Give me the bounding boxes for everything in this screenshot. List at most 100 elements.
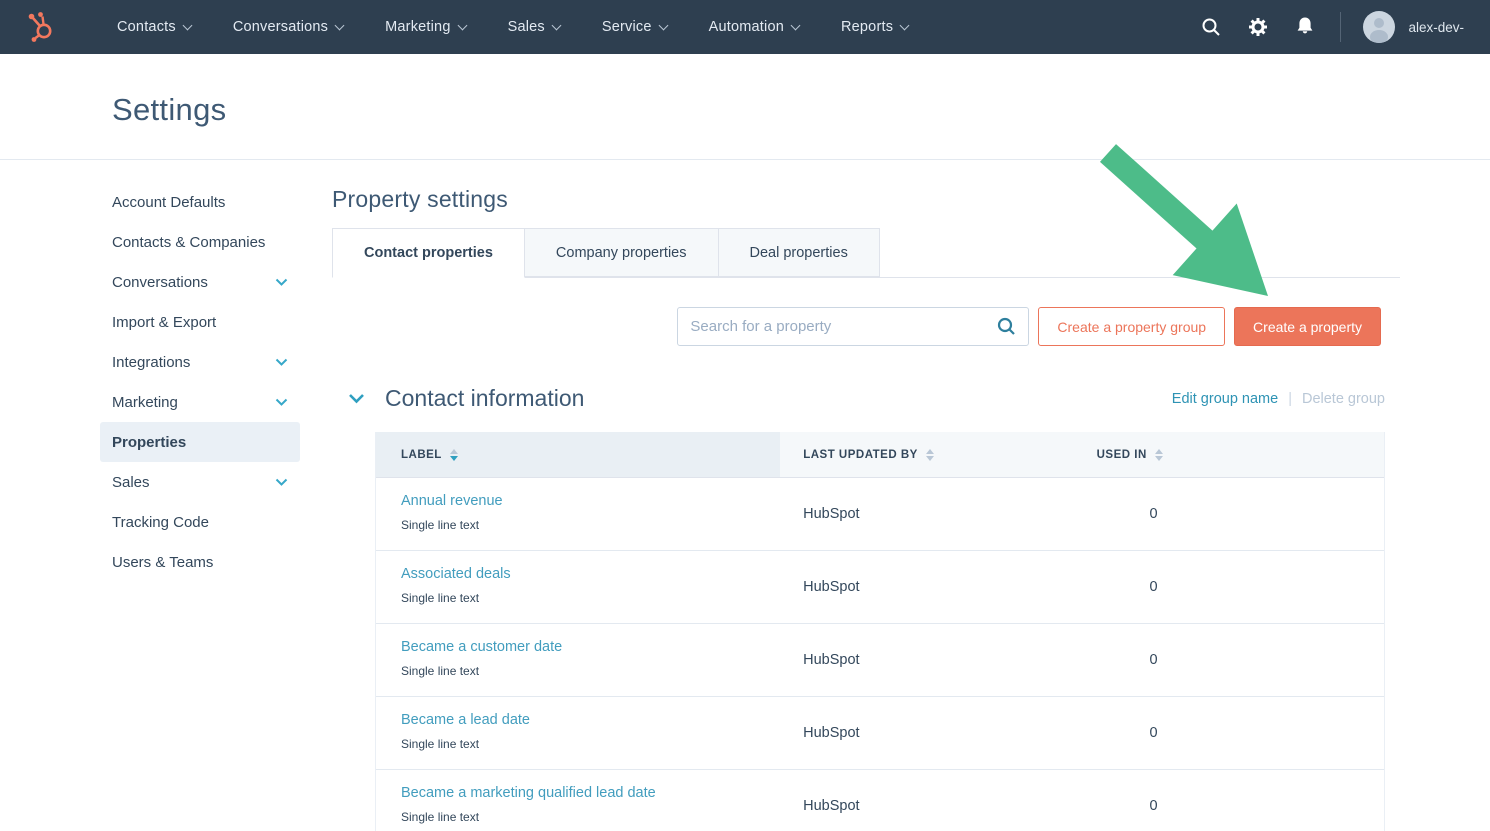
edit-group-name-link[interactable]: Edit group name bbox=[1172, 391, 1278, 407]
used-in-cell: 0 bbox=[1080, 624, 1384, 696]
property-type: Single line text bbox=[401, 591, 780, 605]
nav-item-reports[interactable]: Reports bbox=[820, 0, 929, 54]
nav-item-service[interactable]: Service bbox=[581, 0, 688, 54]
nav-item-label: Contacts bbox=[117, 19, 176, 35]
chevron-down-icon bbox=[182, 21, 192, 31]
sidebar-item-marketing[interactable]: Marketing bbox=[100, 382, 300, 422]
table-row: Became a marketing qualified lead date S… bbox=[376, 770, 1384, 831]
create-property-group-button[interactable]: Create a property group bbox=[1038, 307, 1225, 346]
property-type: Single line text bbox=[401, 518, 780, 532]
property-label-cell: Became a marketing qualified lead date S… bbox=[376, 770, 780, 831]
nav-item-label: Automation bbox=[709, 19, 784, 35]
delete-group-link[interactable]: Delete group bbox=[1302, 391, 1385, 407]
page-header: Settings bbox=[0, 54, 1490, 160]
group-actions: Edit group name | Delete group bbox=[1172, 391, 1385, 407]
tab-deal-properties[interactable]: Deal properties bbox=[718, 228, 880, 277]
sidebar-item-label: Account Defaults bbox=[112, 194, 225, 211]
column-header-used-in[interactable]: USED IN bbox=[1080, 432, 1384, 477]
last-updated-by-cell: HubSpot bbox=[780, 624, 1079, 696]
sidebar-item-contacts-companies[interactable]: Contacts & Companies bbox=[100, 222, 300, 262]
top-nav: Contacts Conversations Marketing Sales S… bbox=[0, 0, 1490, 54]
nav-item-label: Reports bbox=[841, 19, 893, 35]
nav-utilities: alex-dev- bbox=[1175, 11, 1490, 43]
properties-table: LABEL LAST UPDATED BY USED IN Annual rev… bbox=[375, 432, 1385, 831]
table-row: Annual revenue Single line text HubSpot … bbox=[376, 478, 1384, 551]
table-row: Associated deals Single line text HubSpo… bbox=[376, 551, 1384, 624]
chevron-down-icon bbox=[791, 21, 801, 31]
property-link[interactable]: Became a marketing qualified lead date bbox=[401, 785, 656, 801]
main-content: Property settings Contact properties Com… bbox=[332, 160, 1400, 831]
properties-toolbar: Create a property group Create a propert… bbox=[332, 307, 1381, 346]
sidebar-item-label: Properties bbox=[112, 434, 186, 451]
settings-gear-icon[interactable] bbox=[1247, 16, 1269, 38]
property-type: Single line text bbox=[401, 810, 780, 824]
sidebar-item-sales[interactable]: Sales bbox=[100, 462, 300, 502]
last-updated-by-cell: HubSpot bbox=[780, 551, 1079, 623]
used-in-cell: 0 bbox=[1080, 770, 1384, 831]
last-updated-by-cell: HubSpot bbox=[780, 770, 1079, 831]
create-property-button[interactable]: Create a property bbox=[1234, 307, 1381, 346]
property-label-cell: Became a customer date Single line text bbox=[376, 624, 780, 696]
sidebar-item-label: Marketing bbox=[112, 394, 178, 411]
user-avatar[interactable] bbox=[1363, 11, 1395, 43]
chevron-down-icon bbox=[900, 21, 910, 31]
sort-icon bbox=[450, 449, 458, 461]
property-type: Single line text bbox=[401, 737, 780, 751]
sidebar-item-properties[interactable]: Properties bbox=[100, 422, 300, 462]
property-link[interactable]: Became a customer date bbox=[401, 639, 562, 655]
chevron-down-icon bbox=[275, 398, 288, 407]
nav-item-marketing[interactable]: Marketing bbox=[364, 0, 486, 54]
property-type: Single line text bbox=[401, 664, 780, 678]
sidebar-item-conversations[interactable]: Conversations bbox=[100, 262, 300, 302]
column-header-text: LAST UPDATED BY bbox=[803, 449, 918, 461]
property-label-cell: Became a lead date Single line text bbox=[376, 697, 780, 769]
nav-item-conversations[interactable]: Conversations bbox=[212, 0, 364, 54]
used-in-cell: 0 bbox=[1080, 697, 1384, 769]
action-separator: | bbox=[1288, 391, 1292, 407]
property-link[interactable]: Annual revenue bbox=[401, 493, 503, 509]
used-in-cell: 0 bbox=[1080, 551, 1384, 623]
search-icon[interactable] bbox=[997, 317, 1016, 336]
column-header-label[interactable]: LABEL bbox=[376, 432, 780, 477]
sidebar-item-label: Conversations bbox=[112, 274, 208, 291]
nav-item-automation[interactable]: Automation bbox=[688, 0, 820, 54]
property-link[interactable]: Became a lead date bbox=[401, 712, 530, 728]
column-header-text: USED IN bbox=[1097, 449, 1147, 461]
property-link[interactable]: Associated deals bbox=[401, 566, 511, 582]
primary-nav-menu: Contacts Conversations Marketing Sales S… bbox=[96, 0, 929, 54]
group-title: Contact information bbox=[385, 385, 584, 412]
search-icon[interactable] bbox=[1200, 16, 1222, 38]
chevron-down-icon bbox=[335, 21, 345, 31]
chevron-down-icon bbox=[658, 21, 668, 31]
hubspot-logo-icon[interactable] bbox=[26, 11, 56, 43]
page-title: Settings bbox=[0, 54, 1490, 128]
section-title: Property settings bbox=[332, 186, 1400, 213]
username[interactable]: alex-dev- bbox=[1408, 20, 1464, 35]
column-header-last-updated-by[interactable]: LAST UPDATED BY bbox=[780, 432, 1079, 477]
nav-item-label: Marketing bbox=[385, 19, 450, 35]
search-input[interactable] bbox=[690, 318, 997, 335]
nav-item-label: Sales bbox=[508, 19, 545, 35]
nav-item-sales[interactable]: Sales bbox=[487, 0, 581, 54]
sidebar-item-label: Users & Teams bbox=[112, 554, 213, 571]
table-header-row: LABEL LAST UPDATED BY USED IN bbox=[376, 432, 1384, 478]
property-tabs: Contact properties Company properties De… bbox=[332, 228, 1400, 278]
tab-contact-properties[interactable]: Contact properties bbox=[332, 228, 525, 278]
table-row: Became a lead date Single line text HubS… bbox=[376, 697, 1384, 770]
sidebar-item-users-teams[interactable]: Users & Teams bbox=[100, 542, 300, 582]
sidebar-item-tracking-code[interactable]: Tracking Code bbox=[100, 502, 300, 542]
nav-item-contacts[interactable]: Contacts bbox=[96, 0, 212, 54]
sort-icon bbox=[926, 449, 934, 461]
property-search bbox=[677, 307, 1029, 346]
group-header: Contact information Edit group name | De… bbox=[332, 385, 1400, 412]
settings-sidebar: Account Defaults Contacts & Companies Co… bbox=[100, 182, 300, 582]
sidebar-item-import-export[interactable]: Import & Export bbox=[100, 302, 300, 342]
notifications-bell-icon[interactable] bbox=[1294, 16, 1316, 38]
property-label-cell: Associated deals Single line text bbox=[376, 551, 780, 623]
sidebar-item-account-defaults[interactable]: Account Defaults bbox=[100, 182, 300, 222]
sidebar-item-integrations[interactable]: Integrations bbox=[100, 342, 300, 382]
chevron-down-icon[interactable] bbox=[348, 393, 365, 404]
tab-company-properties[interactable]: Company properties bbox=[524, 228, 719, 277]
sidebar-item-label: Contacts & Companies bbox=[112, 234, 265, 251]
nav-item-label: Service bbox=[602, 19, 652, 35]
